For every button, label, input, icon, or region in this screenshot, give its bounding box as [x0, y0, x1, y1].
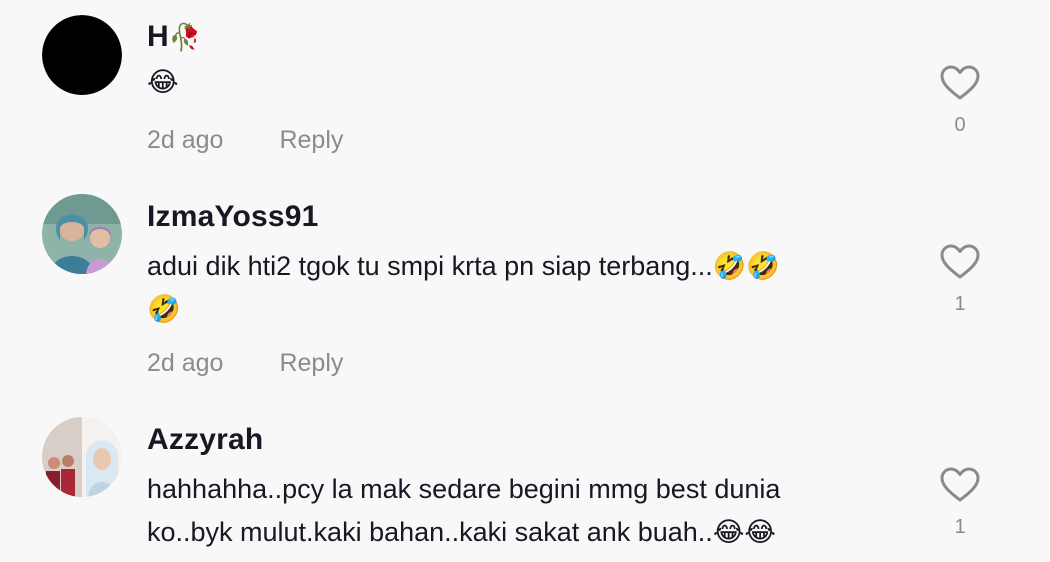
heart-outline-icon [940, 467, 980, 502]
like-count: 1 [954, 516, 966, 538]
avatar[interactable] [42, 417, 122, 497]
comment-item: Azzyrah hahhahha..pcy la mak sedare begi… [0, 0, 1050, 562]
like-button[interactable]: 1 [938, 467, 982, 539]
comment-text: hahhahha..pcy la mak sedare begini mmg b… [147, 474, 781, 547]
comment-list: H🥀 😂 2d ago Reply 0 IzmaYoss91 adui dik … [0, 0, 1050, 562]
comment-username[interactable]: Azzyrah [147, 423, 263, 457]
